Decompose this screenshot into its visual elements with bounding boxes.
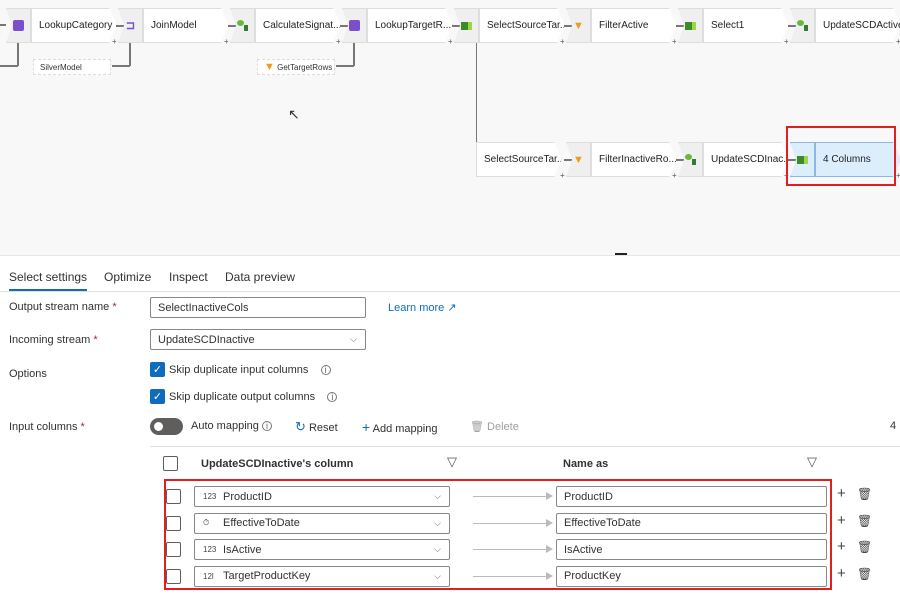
node-select1[interactable]: Select1 xyxy=(678,8,789,43)
node-label: UpdateSCDActive xyxy=(815,8,900,43)
highlight-box xyxy=(164,479,832,590)
add-transform-button[interactable]: + xyxy=(896,171,900,180)
node-label: SelectSourceTar... xyxy=(479,8,565,43)
node-label: LookupTargetR... xyxy=(367,8,453,43)
delete-button[interactable]: 🗑 Delete xyxy=(470,420,519,433)
node-label: LookupCategory xyxy=(31,8,117,43)
node-filteractive[interactable]: ▼ FilterActive xyxy=(566,8,677,43)
node-selectsourcetar-[interactable]: SelectSourceTar... xyxy=(454,8,565,43)
filter-icon[interactable]: ▽ xyxy=(807,454,817,470)
node-lookuptargetr-[interactable]: LookupTargetR... xyxy=(342,8,453,43)
chevron-down-icon: ⌵ xyxy=(350,334,357,344)
output-stream-label: Output stream name * xyxy=(9,301,117,313)
column-header-source: UpdateSCDInactive's column xyxy=(201,458,354,470)
add-transform-button[interactable]: + xyxy=(112,37,117,46)
add-transform-button[interactable]: + xyxy=(224,37,229,46)
select-all-checkbox[interactable] xyxy=(163,456,178,471)
reset-button[interactable]: ↻ Reset xyxy=(295,419,338,435)
node-label: SelectSourceTar... xyxy=(476,142,562,177)
column-count: 4 xyxy=(890,420,897,432)
join-icon: ⊐ xyxy=(118,8,143,43)
filter-icon: ▼ xyxy=(566,8,591,43)
external-link-icon: ↗ xyxy=(447,302,457,314)
filter-icon: ▼ xyxy=(566,142,591,177)
node-label: UpdateSCDInac... xyxy=(703,142,789,177)
column-header-name-as: Name as xyxy=(563,458,609,470)
auto-mapping-label: Auto mapping i xyxy=(191,420,272,432)
add-row-button[interactable]: + xyxy=(837,512,846,529)
add-transform-button[interactable]: + xyxy=(560,37,565,46)
node-label: Select1 xyxy=(703,8,789,43)
stream-silvermodel[interactable]: SilverModel xyxy=(33,59,111,75)
add-transform-button[interactable]: + xyxy=(336,37,341,46)
node-lookupcategory[interactable]: LookupCategory xyxy=(6,8,117,43)
info-icon: i xyxy=(261,421,272,431)
mouse-cursor-icon: ↖ xyxy=(288,106,300,122)
add-mapping-button[interactable]: + Add mapping xyxy=(362,419,437,435)
node-updatescdinac-[interactable]: UpdateSCDInac... xyxy=(678,142,789,177)
filter-icon[interactable]: ▽ xyxy=(447,454,457,470)
select-icon xyxy=(454,8,479,43)
node-label: FilterActive xyxy=(591,8,677,43)
stream-label: SilverModel xyxy=(40,62,82,72)
tab-inspect[interactable]: Inspect xyxy=(169,270,208,284)
trash-icon[interactable]: 🗑 xyxy=(857,540,872,554)
skip-output-checkbox[interactable]: ✓ xyxy=(150,389,165,404)
node-label: FilterInactiveRo... xyxy=(591,142,677,177)
trash-icon: 🗑 xyxy=(470,421,484,433)
filter-icon: ▼ xyxy=(264,61,275,73)
tab-optimize[interactable]: Optimize xyxy=(104,270,151,284)
skip-output-label: Skip duplicate output columns i xyxy=(169,391,338,403)
node-label: JoinModel xyxy=(143,8,229,43)
node-filterinactivero-[interactable]: ▼ FilterInactiveRo... xyxy=(566,142,677,177)
lookup-icon xyxy=(6,8,31,43)
skip-input-label: Skip duplicate input columns i xyxy=(169,364,331,376)
skip-input-checkbox[interactable]: ✓ xyxy=(150,362,165,377)
derived-column-icon xyxy=(790,8,815,43)
add-transform-button[interactable]: + xyxy=(896,37,900,46)
options-label: Options xyxy=(9,368,47,380)
node-label: CalculateSignat... xyxy=(255,8,341,43)
node-selectsourcetar-[interactable]: SelectSourceTar... xyxy=(454,142,562,177)
node-calculatesignat-[interactable]: CalculateSignat... xyxy=(230,8,341,43)
trash-icon[interactable]: 🗑 xyxy=(857,514,872,528)
incoming-stream-dropdown[interactable]: UpdateSCDInactive ⌵ xyxy=(150,329,366,350)
refresh-icon: ↻ xyxy=(295,419,306,434)
stream-gettargetrows[interactable]: ▼ GetTargetRows xyxy=(257,59,335,75)
output-stream-input[interactable]: SelectInactiveCols xyxy=(150,297,366,318)
auto-mapping-toggle[interactable] xyxy=(150,418,183,435)
input-columns-label: Input columns * xyxy=(9,421,85,433)
info-icon: i xyxy=(320,365,331,375)
incoming-stream-label: Incoming stream * xyxy=(9,334,98,346)
add-transform-button[interactable]: + xyxy=(448,37,453,46)
highlight-box xyxy=(786,126,896,186)
derived-column-icon xyxy=(678,142,703,177)
learn-more-link[interactable]: Learn more ↗ xyxy=(388,301,457,314)
add-transform-button[interactable]: + xyxy=(672,171,677,180)
trash-icon[interactable]: 🗑 xyxy=(857,567,872,581)
resize-handle[interactable] xyxy=(615,253,627,255)
add-transform-button[interactable]: + xyxy=(672,37,677,46)
trash-icon[interactable]: 🗑 xyxy=(857,487,872,501)
add-row-button[interactable]: + xyxy=(837,485,846,502)
node-joinmodel[interactable]: ⊐ JoinModel xyxy=(118,8,229,43)
lookup-icon xyxy=(342,8,367,43)
add-transform-button[interactable]: + xyxy=(560,171,565,180)
node-updatescdactive[interactable]: UpdateSCDActive xyxy=(790,8,900,43)
add-transform-button[interactable]: + xyxy=(784,37,789,46)
tab-data-preview[interactable]: Data preview xyxy=(225,270,295,284)
add-row-button[interactable]: + xyxy=(837,565,846,582)
add-row-button[interactable]: + xyxy=(837,538,846,555)
dataflow-canvas[interactable]: SilverModel ▼ GetTargetRows LookupCatego… xyxy=(0,0,900,256)
derived-column-icon xyxy=(230,8,255,43)
info-icon: i xyxy=(327,392,338,402)
tab-select-settings[interactable]: Select settings xyxy=(9,270,88,291)
stream-label: GetTargetRows xyxy=(277,62,333,72)
select-icon xyxy=(678,8,703,43)
plus-icon: + xyxy=(362,419,371,435)
